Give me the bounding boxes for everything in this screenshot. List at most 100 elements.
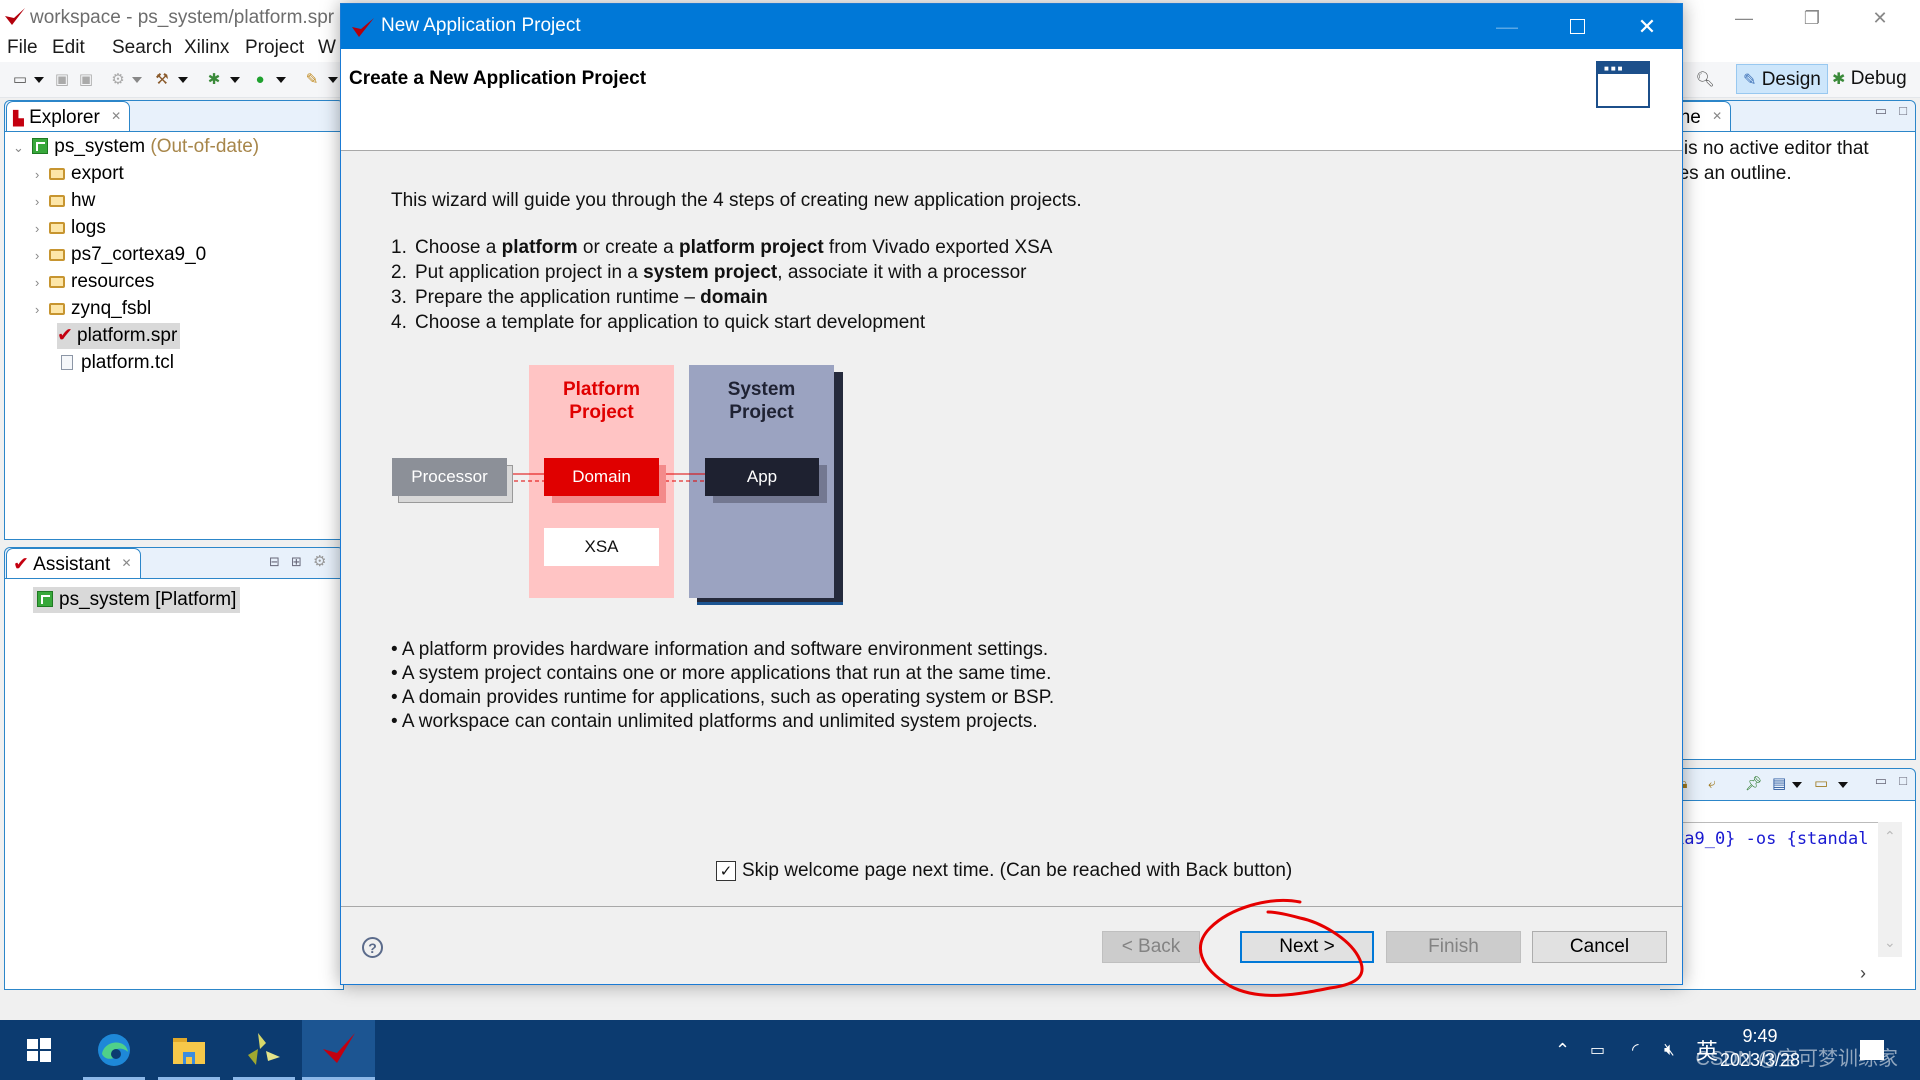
skip-welcome-label[interactable]: Skip welcome page next time. (Can be rea… xyxy=(742,860,1292,882)
maximize-panel-icon[interactable]: □ xyxy=(1899,103,1907,118)
tree-item-label: hw xyxy=(71,190,96,211)
tree-item-export[interactable]: › export xyxy=(35,161,124,187)
text-file-icon xyxy=(61,355,73,370)
chevron-right-icon[interactable]: › xyxy=(35,297,49,323)
minimize-icon: — xyxy=(1735,7,1753,28)
expand-all-icon[interactable]: ⊞ xyxy=(291,554,302,570)
dialog-minimize-button[interactable]: — xyxy=(1472,4,1542,49)
menu-window[interactable]: W xyxy=(318,37,336,59)
tree-item-zynq-fsbl[interactable]: › zynq_fsbl xyxy=(35,296,151,322)
minimize-panel-icon[interactable]: ▭ xyxy=(1875,103,1887,119)
ide-restore-button[interactable]: ❐ xyxy=(1782,0,1842,36)
battery-status[interactable]: ▭ xyxy=(1590,1020,1605,1080)
display-console-icon[interactable]: ▤ xyxy=(1772,774,1786,792)
step-keyword: platform xyxy=(501,237,578,258)
assistant-tab-label: Assistant xyxy=(33,554,111,575)
chevron-right-icon[interactable]: › xyxy=(35,189,49,215)
perspective-design[interactable]: ✎ Design xyxy=(1736,64,1828,94)
network-status[interactable]: ◜ xyxy=(1632,1020,1639,1080)
save-icon[interactable]: ▣ xyxy=(52,70,72,90)
start-button[interactable] xyxy=(8,1020,70,1080)
cancel-button-label: Cancel xyxy=(1569,936,1630,957)
next-button[interactable]: Next > xyxy=(1240,931,1374,963)
step-text-segment: Put application project in a xyxy=(415,262,644,283)
menu-search[interactable]: Search xyxy=(112,37,172,59)
scroll-down-icon[interactable]: ⌄ xyxy=(1884,934,1896,951)
tree-item-hw[interactable]: › hw xyxy=(35,188,95,214)
close-icon: ✕ xyxy=(1872,7,1888,28)
taskbar-app-file-explorer[interactable] xyxy=(158,1020,220,1080)
menu-xilinx[interactable]: Xilinx xyxy=(184,37,229,59)
chevron-right-icon[interactable]: › xyxy=(35,270,49,296)
processor-box: Processor xyxy=(392,458,507,496)
console-output[interactable]: ka9_0} -os {standal xyxy=(1660,822,1878,957)
close-tab-icon[interactable]: ✕ xyxy=(111,109,121,123)
menu-edit[interactable]: Edit xyxy=(52,37,85,59)
scroll-right-icon[interactable]: › xyxy=(1860,963,1866,984)
back-button[interactable]: < Back xyxy=(1102,931,1200,963)
program-icon[interactable]: ✎ xyxy=(302,70,322,90)
search-icon[interactable]: 🔍︎ xyxy=(1695,70,1715,90)
collapse-all-icon[interactable]: ⊟ xyxy=(269,554,280,570)
build-hammer-icon[interactable]: ⚒ xyxy=(152,70,172,90)
run-icon[interactable]: ● xyxy=(250,70,270,90)
maximize-panel-icon[interactable]: □ xyxy=(1899,773,1907,788)
new-icon[interactable]: ▭ xyxy=(10,70,30,90)
bullet-text: A platform provides hardware information… xyxy=(401,639,1049,660)
help-button[interactable]: ? xyxy=(362,937,383,958)
build-dropdown-icon[interactable] xyxy=(178,77,188,83)
new-dropdown-icon[interactable] xyxy=(34,77,44,83)
new-console-icon[interactable]: ▭ xyxy=(1814,774,1828,792)
run-dropdown-icon[interactable] xyxy=(276,77,286,83)
new-console-dropdown-icon[interactable] xyxy=(1838,782,1848,788)
skip-welcome-checkbox-row[interactable]: ✓ Skip welcome page next time. (Can be r… xyxy=(716,857,1292,885)
taskbar-app-vitis[interactable] xyxy=(302,1020,375,1080)
dialog-title-bar[interactable]: New Application Project — ✕ xyxy=(341,4,1682,49)
perspective-debug[interactable]: ✱ Debug xyxy=(1826,64,1913,94)
gear-icon[interactable]: ⚙ xyxy=(313,552,326,570)
word-wrap-icon[interactable]: ⤶ xyxy=(1708,775,1716,792)
chevron-right-icon[interactable]: › xyxy=(35,243,49,269)
chevron-right-icon[interactable]: › xyxy=(35,162,49,188)
assistant-item-ps-system[interactable]: ps_system [Platform] xyxy=(33,587,241,613)
explorer-panel: ▙ Explorer ✕ ⌄ ps_system (Out-of-date) ›… xyxy=(4,100,344,540)
close-tab-icon[interactable]: ✕ xyxy=(1712,109,1722,123)
tree-item-platform-tcl[interactable]: platform.tcl xyxy=(61,350,174,376)
display-console-dropdown-icon[interactable] xyxy=(1792,782,1802,788)
tree-item-ps-system[interactable]: ⌄ ps_system (Out-of-date) xyxy=(13,134,259,160)
scroll-up-icon[interactable]: ⌃ xyxy=(1884,828,1896,845)
ide-minimize-button[interactable]: — xyxy=(1714,0,1774,36)
settings-dropdown-icon[interactable] xyxy=(132,77,142,83)
show-hidden-icons-button[interactable]: ⌃ xyxy=(1555,1020,1570,1080)
program-dropdown-icon[interactable] xyxy=(328,77,338,83)
bullet-text: A workspace can contain unlimited platfo… xyxy=(401,711,1038,732)
pin-console-icon[interactable]: 📌︎ xyxy=(1745,775,1763,792)
ide-close-button[interactable]: ✕ xyxy=(1850,0,1910,36)
menu-file[interactable]: File xyxy=(7,37,38,59)
dialog-maximize-button[interactable] xyxy=(1542,4,1612,49)
debug-bug-icon[interactable]: ✱ xyxy=(204,70,224,90)
settings-icon[interactable]: ⚙ xyxy=(108,70,128,90)
volume-status[interactable]: 🔇︎ xyxy=(1664,1020,1675,1080)
explorer-tab[interactable]: ▙ Explorer ✕ xyxy=(6,101,131,131)
taskbar-app-vivado[interactable] xyxy=(233,1020,295,1080)
vertical-scrollbar[interactable]: ⌃ ⌄ xyxy=(1878,822,1902,957)
vitis-logo-icon xyxy=(352,18,374,37)
tree-item-platform-spr[interactable]: ✔ platform.spr xyxy=(57,323,181,349)
chevron-right-icon[interactable]: › xyxy=(35,216,49,242)
skip-welcome-checkbox[interactable]: ✓ xyxy=(716,861,736,881)
minimize-panel-icon[interactable]: ▭ xyxy=(1875,773,1887,789)
tree-item-ps7-cortexa9-0[interactable]: › ps7_cortexa9_0 xyxy=(35,242,206,268)
menu-project[interactable]: Project xyxy=(245,37,304,59)
chevron-down-icon[interactable]: ⌄ xyxy=(13,135,27,161)
cancel-button[interactable]: Cancel xyxy=(1532,931,1667,963)
taskbar-app-edge[interactable] xyxy=(83,1020,145,1080)
tree-item-resources[interactable]: › resources xyxy=(35,269,154,295)
tree-item-logs[interactable]: › logs xyxy=(35,215,106,241)
dialog-close-button[interactable]: ✕ xyxy=(1612,4,1682,49)
finish-button[interactable]: Finish xyxy=(1386,931,1521,963)
assistant-tab[interactable]: ✔ Assistant ✕ xyxy=(6,548,141,578)
save-all-icon[interactable]: ▣ xyxy=(76,70,96,90)
close-tab-icon[interactable]: ✕ xyxy=(122,556,132,570)
debug-dropdown-icon[interactable] xyxy=(230,77,240,83)
